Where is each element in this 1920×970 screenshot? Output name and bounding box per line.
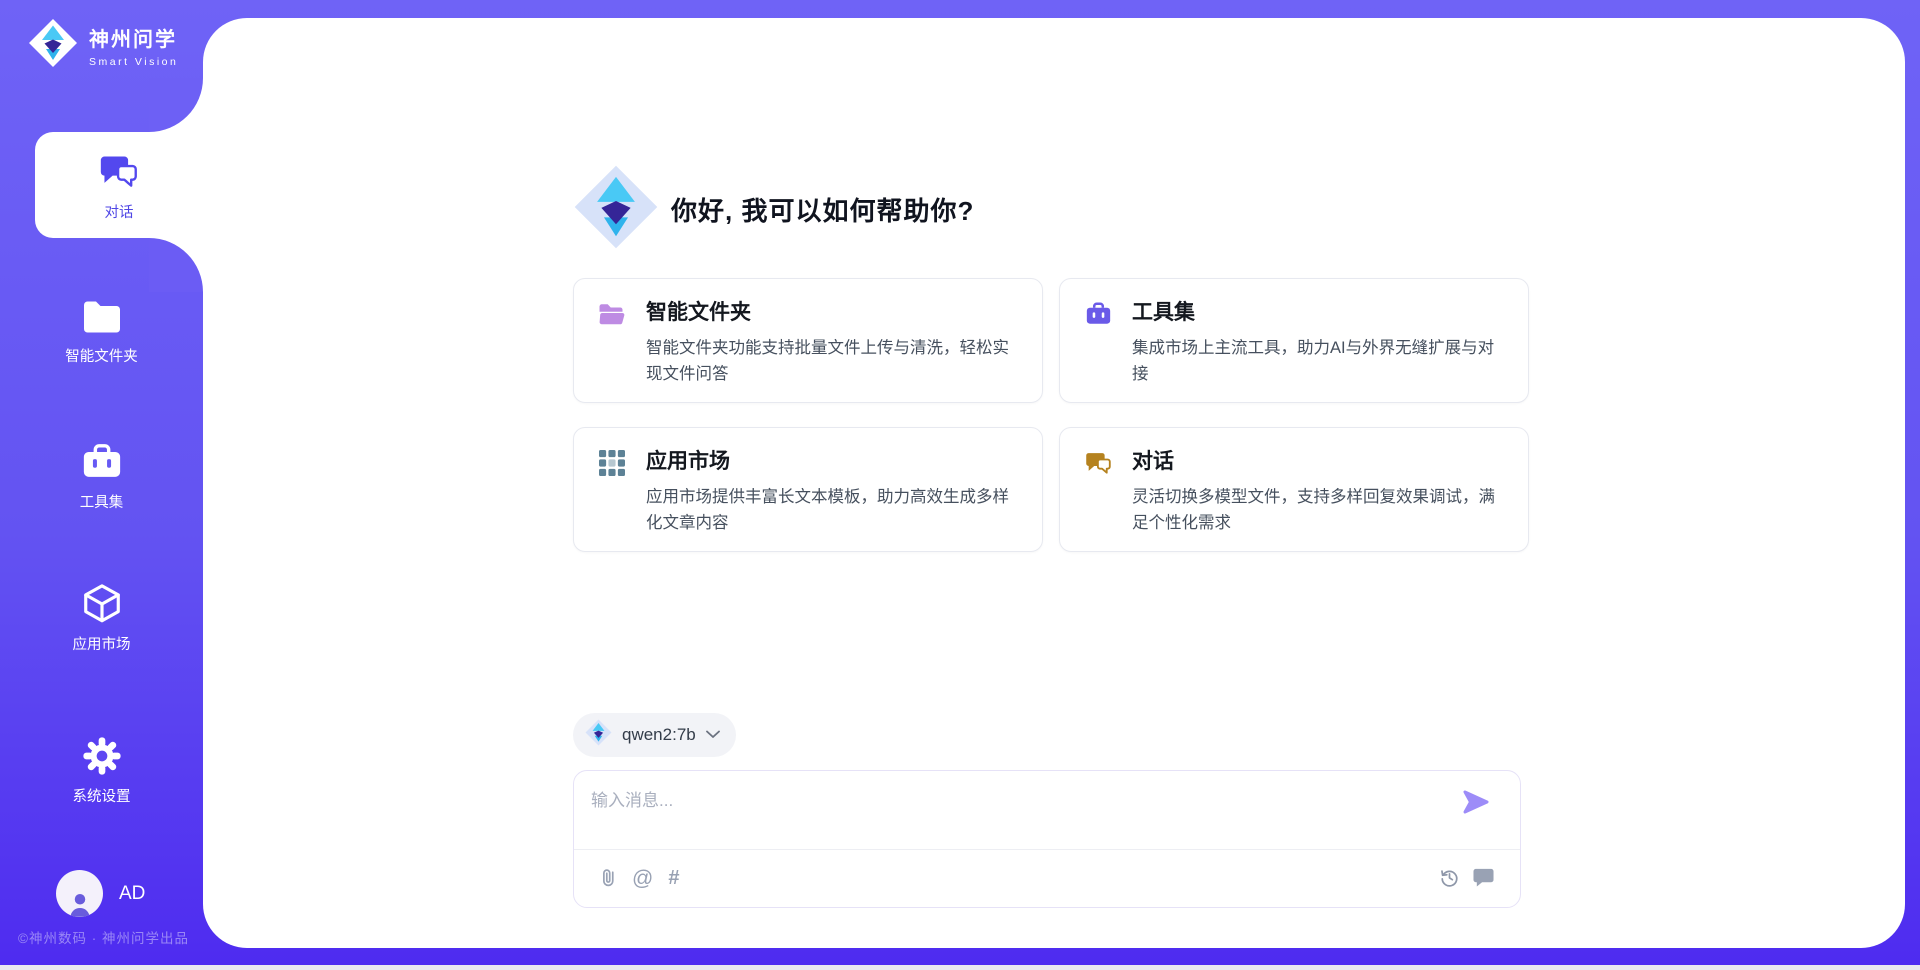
grid-icon [598, 450, 626, 476]
brand-logo: 神州问学 Smart Vision [28, 18, 178, 73]
folder-icon [82, 293, 122, 339]
history-button[interactable] [1439, 867, 1460, 891]
sidebar-footer: ©神州数码 · 神州问学出品 [18, 927, 189, 947]
card-title: 对话 [1132, 448, 1504, 475]
hash-icon: # [668, 867, 679, 890]
attach-file-button[interactable] [600, 866, 617, 891]
card-chat[interactable]: 对话 灵活切换多模型文件，支持多样回复效果调试，满足个性化需求 [1059, 427, 1529, 552]
greeting-row: 你好, 我可以如何帮助你? [573, 164, 974, 255]
message-composer: @ # [573, 770, 1521, 908]
chevron-down-icon [706, 726, 720, 744]
topic-button[interactable]: # [668, 867, 679, 890]
new-chat-button[interactable] [1473, 867, 1494, 890]
message-input[interactable] [574, 771, 1434, 843]
tab-curve-bottom [149, 238, 203, 292]
main-content-panel: 你好, 我可以如何帮助你? 智能文件夹 智能文件夹功能支持批量文件上传与清洗，轻… [203, 18, 1905, 948]
cube-icon [80, 581, 124, 627]
sidebar-item-app-market[interactable]: 应用市场 [0, 581, 203, 654]
composer-toolbar: @ # [574, 849, 1520, 907]
send-button[interactable] [1462, 789, 1490, 815]
sidebar-item-toolset[interactable]: 工具集 [0, 439, 203, 512]
sidebar-item-label: 对话 [105, 201, 134, 222]
sidebar-item-settings[interactable]: 系统设置 [0, 733, 203, 806]
brand-subtitle: Smart Vision [89, 56, 178, 68]
gear-icon [81, 733, 123, 779]
briefcase-icon [1084, 301, 1112, 327]
card-toolset[interactable]: 工具集 集成市场上主流工具，助力AI与外界无缝扩展与对接 [1059, 278, 1529, 403]
model-name: qwen2:7b [622, 725, 696, 745]
logo-diamond-icon [585, 719, 612, 751]
brand-name: 神州问学 [89, 23, 178, 52]
paperclip-icon [600, 866, 617, 891]
chat-icon [1084, 450, 1112, 476]
card-smart-folder[interactable]: 智能文件夹 智能文件夹功能支持批量文件上传与清洗，轻松实现文件问答 [573, 278, 1043, 403]
model-selector[interactable]: qwen2:7b [573, 713, 736, 757]
chat-icon [99, 149, 139, 195]
sidebar-item-label: 系统设置 [73, 785, 131, 806]
chat-bubble-icon [1473, 867, 1494, 890]
briefcase-icon [81, 439, 123, 485]
history-icon [1439, 867, 1460, 891]
card-description: 应用市场提供丰富长文本模板，助力高效生成多样化文章内容 [646, 484, 1018, 536]
logo-diamond-icon [573, 164, 659, 255]
mention-button[interactable]: @ [632, 867, 653, 891]
greeting-text: 你好, 我可以如何帮助你? [671, 191, 974, 228]
card-description: 智能文件夹功能支持批量文件上传与清洗，轻松实现文件问答 [646, 335, 1018, 387]
user-account[interactable]: AD [56, 870, 145, 917]
sidebar-item-smart-folder[interactable]: 智能文件夹 [0, 293, 203, 366]
tab-curve-top [149, 78, 203, 132]
card-description: 灵活切换多模型文件，支持多样回复效果调试，满足个性化需求 [1132, 484, 1504, 536]
card-title: 应用市场 [646, 448, 1018, 475]
sidebar-item-label: 智能文件夹 [65, 345, 138, 366]
folder-open-icon [598, 301, 626, 327]
card-app-market[interactable]: 应用市场 应用市场提供丰富长文本模板，助力高效生成多样化文章内容 [573, 427, 1043, 552]
card-description: 集成市场上主流工具，助力AI与外界无缝扩展与对接 [1132, 335, 1504, 387]
app-window: 神州问学 Smart Vision 对话 智能文件夹 [0, 0, 1920, 970]
sidebar-item-label: 应用市场 [73, 633, 131, 654]
card-title: 工具集 [1132, 299, 1504, 326]
avatar [56, 870, 103, 917]
send-icon [1462, 803, 1490, 818]
logo-diamond-icon [28, 18, 78, 73]
card-title: 智能文件夹 [646, 299, 1018, 326]
sidebar-item-label: 工具集 [80, 491, 124, 512]
sidebar-item-chat[interactable]: 对话 [35, 132, 203, 238]
user-name: AD [119, 883, 145, 905]
feature-cards: 智能文件夹 智能文件夹功能支持批量文件上传与清洗，轻松实现文件问答 工具集 集成… [573, 278, 1523, 552]
window-bottom-edge [0, 965, 1920, 970]
at-icon: @ [632, 867, 653, 891]
